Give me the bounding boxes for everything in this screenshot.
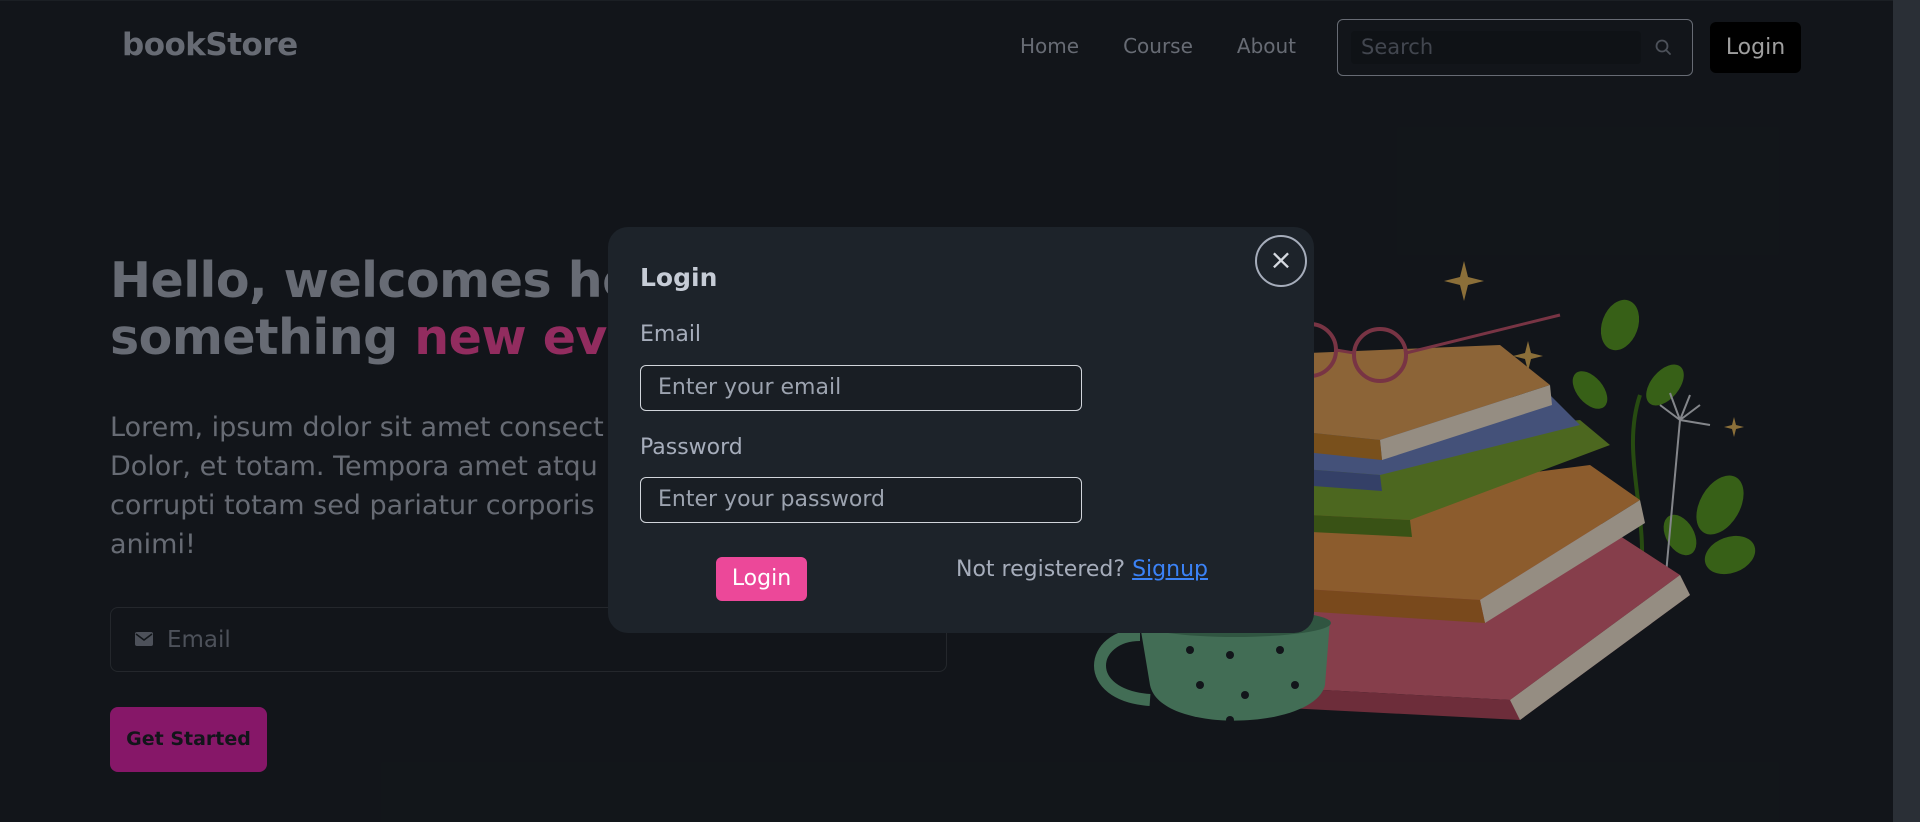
modal-title: Login [640, 263, 718, 292]
email-label: Email [640, 322, 702, 347]
close-icon[interactable]: × [1255, 235, 1307, 287]
login-modal: × Login Email Enter your email Password … [608, 227, 1314, 633]
page: bookStore Home Course About Search Login… [0, 0, 1893, 822]
not-registered-text: Not registered? [956, 557, 1126, 582]
modal-login-button[interactable]: Login [716, 557, 807, 601]
signup-link[interactable]: Signup [1132, 557, 1208, 582]
scrollbar[interactable] [1893, 0, 1920, 822]
password-field[interactable]: Enter your password [640, 477, 1082, 523]
signup-prompt: Not registered? Signup [956, 557, 1208, 582]
password-label: Password [640, 435, 743, 460]
email-field[interactable]: Enter your email [640, 365, 1082, 411]
